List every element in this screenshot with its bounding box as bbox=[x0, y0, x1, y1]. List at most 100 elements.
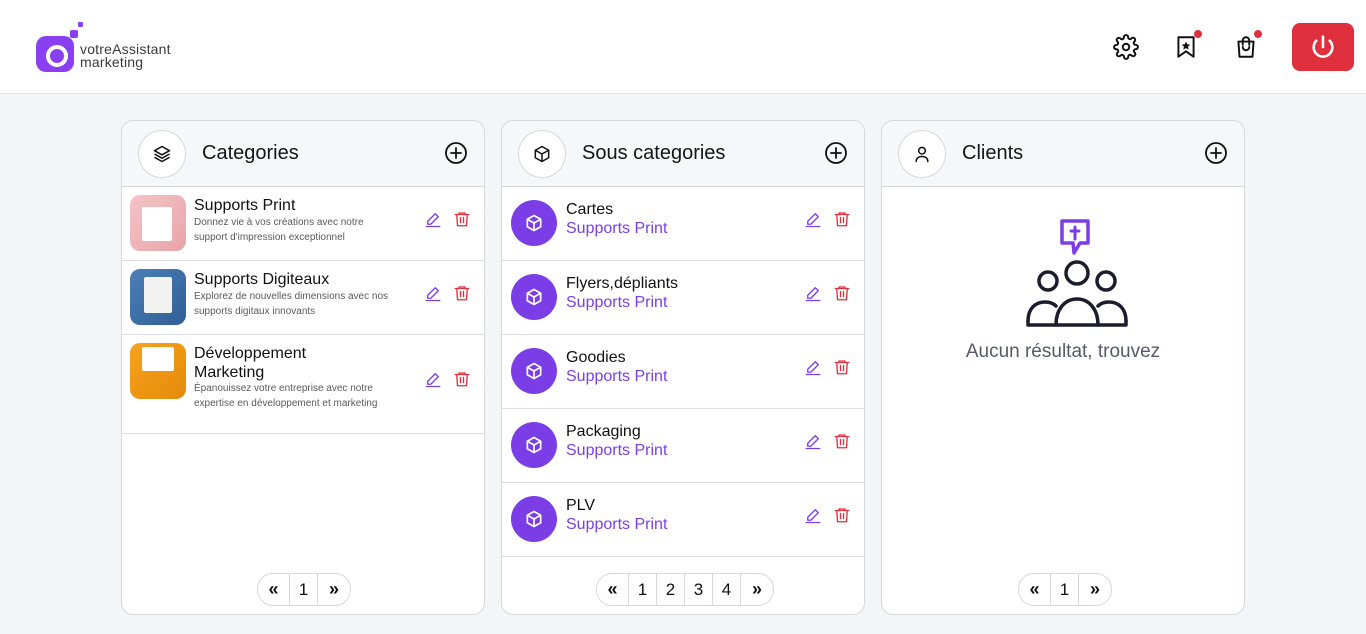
pagination-page[interactable]: 1 bbox=[1051, 574, 1079, 605]
subcategory-parent: Supports Print bbox=[566, 294, 668, 311]
subcategory-row[interactable]: Packaging Supports Print bbox=[502, 409, 864, 483]
pagination-page[interactable]: 3 bbox=[685, 574, 713, 605]
pencil-icon bbox=[805, 361, 821, 376]
subcategory-row[interactable]: Cartes Supports Print bbox=[502, 187, 864, 261]
delete-button[interactable] bbox=[453, 284, 473, 304]
pagination: « 1 » bbox=[1018, 573, 1112, 606]
trash-icon bbox=[834, 508, 850, 523]
cube-icon bbox=[511, 422, 557, 468]
trash-icon bbox=[834, 286, 850, 301]
pagination-page[interactable]: 2 bbox=[657, 574, 685, 605]
cart-button[interactable] bbox=[1232, 30, 1262, 61]
subcategories-panel: Sous categories Cartes Supports Print Fl… bbox=[501, 120, 865, 615]
layers-icon bbox=[138, 130, 186, 178]
subcategory-title: Flyers,dépliants bbox=[566, 275, 679, 292]
pagination: « 1 » bbox=[257, 573, 351, 606]
panel-title: Clients bbox=[962, 142, 1024, 164]
edit-button[interactable] bbox=[804, 358, 824, 378]
logo-dot bbox=[78, 22, 83, 27]
edit-button[interactable] bbox=[804, 432, 824, 452]
cube-icon bbox=[518, 130, 566, 178]
edit-button[interactable] bbox=[804, 284, 824, 304]
category-title: Supports Digiteaux bbox=[194, 271, 330, 288]
notification-dot bbox=[1194, 30, 1202, 38]
delete-button[interactable] bbox=[833, 432, 853, 452]
panel-header: Categories bbox=[122, 121, 484, 187]
trash-icon bbox=[454, 372, 470, 387]
pagination-next[interactable]: » bbox=[1079, 574, 1111, 605]
shopping-bag-icon bbox=[1237, 36, 1255, 58]
category-thumbnail bbox=[130, 343, 186, 399]
category-title: Supports Print bbox=[194, 197, 296, 214]
pagination: « 1 2 3 4 » bbox=[596, 573, 774, 606]
pencil-icon bbox=[805, 213, 821, 228]
favorites-button[interactable] bbox=[1172, 30, 1202, 61]
empty-group-icon bbox=[1026, 219, 1128, 327]
panel-title: Sous categories bbox=[582, 142, 726, 164]
delete-button[interactable] bbox=[453, 210, 473, 230]
subcategory-row[interactable]: PLV Supports Print bbox=[502, 483, 864, 557]
cube-icon bbox=[511, 200, 557, 246]
cube-icon bbox=[511, 496, 557, 542]
logout-button[interactable] bbox=[1292, 23, 1354, 71]
pencil-icon bbox=[805, 435, 821, 450]
category-description: Épanouissez votre entreprise avec notre … bbox=[194, 383, 378, 409]
edit-button[interactable] bbox=[424, 210, 444, 230]
logo-mark-icon bbox=[36, 36, 74, 72]
category-row[interactable]: Développement Marketing Épanouissez votr… bbox=[122, 335, 484, 434]
edit-button[interactable] bbox=[804, 506, 824, 526]
category-row[interactable]: Supports Print Donnez vie à vos création… bbox=[122, 187, 484, 261]
pencil-icon bbox=[425, 373, 441, 388]
pagination-next[interactable]: » bbox=[318, 574, 350, 605]
pagination-page[interactable]: 4 bbox=[713, 574, 741, 605]
panel-header: Clients bbox=[882, 121, 1244, 187]
panel-title: Categories bbox=[202, 142, 299, 164]
delete-button[interactable] bbox=[453, 370, 473, 390]
brand-logo[interactable]: votreAssistant marketing bbox=[34, 22, 194, 74]
notification-dot bbox=[1254, 30, 1262, 38]
delete-button[interactable] bbox=[833, 210, 853, 230]
settings-button[interactable] bbox=[1112, 33, 1140, 61]
logo-dot bbox=[70, 30, 78, 38]
cube-icon bbox=[511, 274, 557, 320]
delete-button[interactable] bbox=[833, 358, 853, 378]
category-description: Donnez vie à vos créations avec notre su… bbox=[194, 217, 364, 243]
pagination-prev[interactable]: « bbox=[1019, 574, 1051, 605]
category-thumbnail bbox=[130, 195, 186, 251]
add-category-button[interactable] bbox=[444, 141, 468, 165]
trash-icon bbox=[834, 434, 850, 449]
top-bar: votreAssistant marketing bbox=[0, 0, 1366, 94]
subcategory-parent: Supports Print bbox=[566, 442, 668, 459]
power-icon bbox=[1312, 35, 1334, 58]
pagination-next[interactable]: » bbox=[741, 574, 773, 605]
user-icon bbox=[898, 130, 946, 178]
pagination-prev[interactable]: « bbox=[597, 574, 629, 605]
trash-icon bbox=[834, 212, 850, 227]
pencil-icon bbox=[425, 213, 441, 228]
category-title: Développement Marketing bbox=[194, 345, 307, 381]
bookmark-star-icon bbox=[1177, 36, 1195, 58]
delete-button[interactable] bbox=[833, 284, 853, 304]
subcategory-title: PLV bbox=[566, 497, 596, 514]
edit-button[interactable] bbox=[424, 284, 444, 304]
add-subcategory-button[interactable] bbox=[824, 141, 848, 165]
category-row[interactable]: Supports Digiteaux Explorez de nouvelles… bbox=[122, 261, 484, 335]
subcategory-title: Goodies bbox=[566, 349, 626, 366]
brand-name: votreAssistant marketing bbox=[80, 41, 171, 70]
pagination-page[interactable]: 1 bbox=[629, 574, 657, 605]
pagination-prev[interactable]: « bbox=[258, 574, 290, 605]
subcategory-parent: Supports Print bbox=[566, 516, 668, 533]
subcategory-title: Packaging bbox=[566, 423, 641, 440]
edit-button[interactable] bbox=[424, 370, 444, 390]
trash-icon bbox=[834, 360, 850, 375]
empty-state-text: Aucun résultat, trouvez bbox=[965, 341, 1161, 362]
edit-button[interactable] bbox=[804, 210, 824, 230]
pencil-icon bbox=[805, 287, 821, 302]
categories-panel: Categories Supports Print Donnez vie à v… bbox=[121, 120, 485, 615]
pagination-page[interactable]: 1 bbox=[290, 574, 318, 605]
add-client-button[interactable] bbox=[1204, 141, 1228, 165]
trash-icon bbox=[454, 286, 470, 301]
subcategory-row[interactable]: Goodies Supports Print bbox=[502, 335, 864, 409]
delete-button[interactable] bbox=[833, 506, 853, 526]
subcategory-row[interactable]: Flyers,dépliants Supports Print bbox=[502, 261, 864, 335]
